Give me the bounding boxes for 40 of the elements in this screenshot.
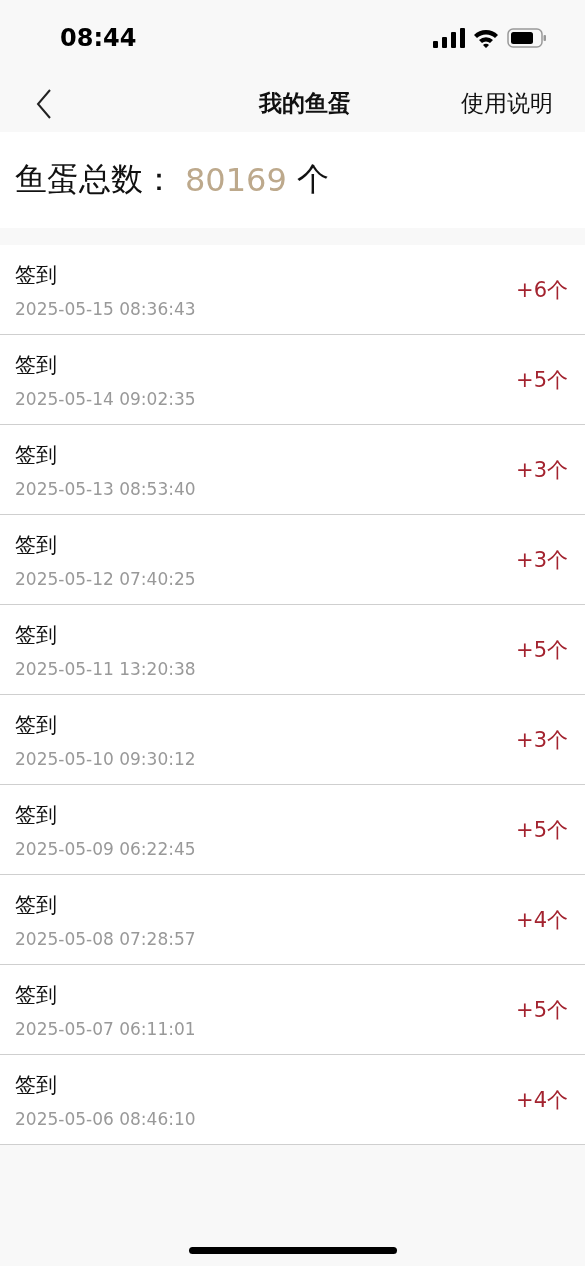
total-unit: 个	[296, 159, 329, 200]
record-title: 签到	[15, 801, 58, 829]
status-time: 08:44	[60, 23, 137, 52]
record-title: 签到	[15, 441, 58, 469]
record-amount: +3个	[516, 456, 568, 484]
record-time: 2025-05-15 08:36:43	[15, 298, 196, 319]
record-amount: +5个	[516, 636, 568, 664]
record-title: 签到	[15, 1071, 58, 1099]
total-value: 80169	[185, 161, 287, 199]
record-amount: +3个	[516, 726, 568, 754]
signal-icon	[433, 27, 465, 48]
back-button[interactable]	[36, 88, 52, 119]
record-title: 签到	[15, 891, 58, 919]
record-amount: +4个	[516, 1086, 568, 1114]
record-title: 签到	[15, 261, 58, 289]
record-time: 2025-05-08 07:28:57	[15, 928, 196, 949]
record-title: 签到	[15, 711, 58, 739]
record-amount: +4个	[516, 906, 568, 934]
instructions-link[interactable]: 使用说明	[461, 88, 553, 119]
record-title: 签到	[15, 351, 58, 379]
record-time: 2025-05-09 06:22:45	[15, 838, 196, 859]
record-time: 2025-05-10 09:30:12	[15, 748, 196, 769]
page-title: 我的鱼蛋	[258, 89, 351, 118]
record-amount: +5个	[516, 816, 568, 844]
record-title: 签到	[15, 981, 58, 1009]
record-amount: +5个	[516, 996, 568, 1024]
wifi-icon	[473, 27, 499, 48]
record-amount: +6个	[516, 276, 568, 304]
record-amount: +3个	[516, 546, 568, 574]
record-time: 2025-05-06 08:46:10	[15, 1108, 196, 1129]
record-amount: +5个	[516, 366, 568, 394]
record-time: 2025-05-13 08:53:40	[15, 478, 196, 499]
battery-icon	[507, 27, 547, 48]
record-title: 签到	[15, 531, 58, 559]
record-time: 2025-05-12 07:40:25	[15, 568, 196, 589]
record-time: 2025-05-07 06:11:01	[15, 1018, 196, 1039]
record-time: 2025-05-14 09:02:35	[15, 388, 196, 409]
record-time: 2025-05-11 13:20:38	[15, 658, 196, 679]
record-title: 签到	[15, 621, 58, 649]
total-label: 鱼蛋总数：	[15, 159, 175, 200]
